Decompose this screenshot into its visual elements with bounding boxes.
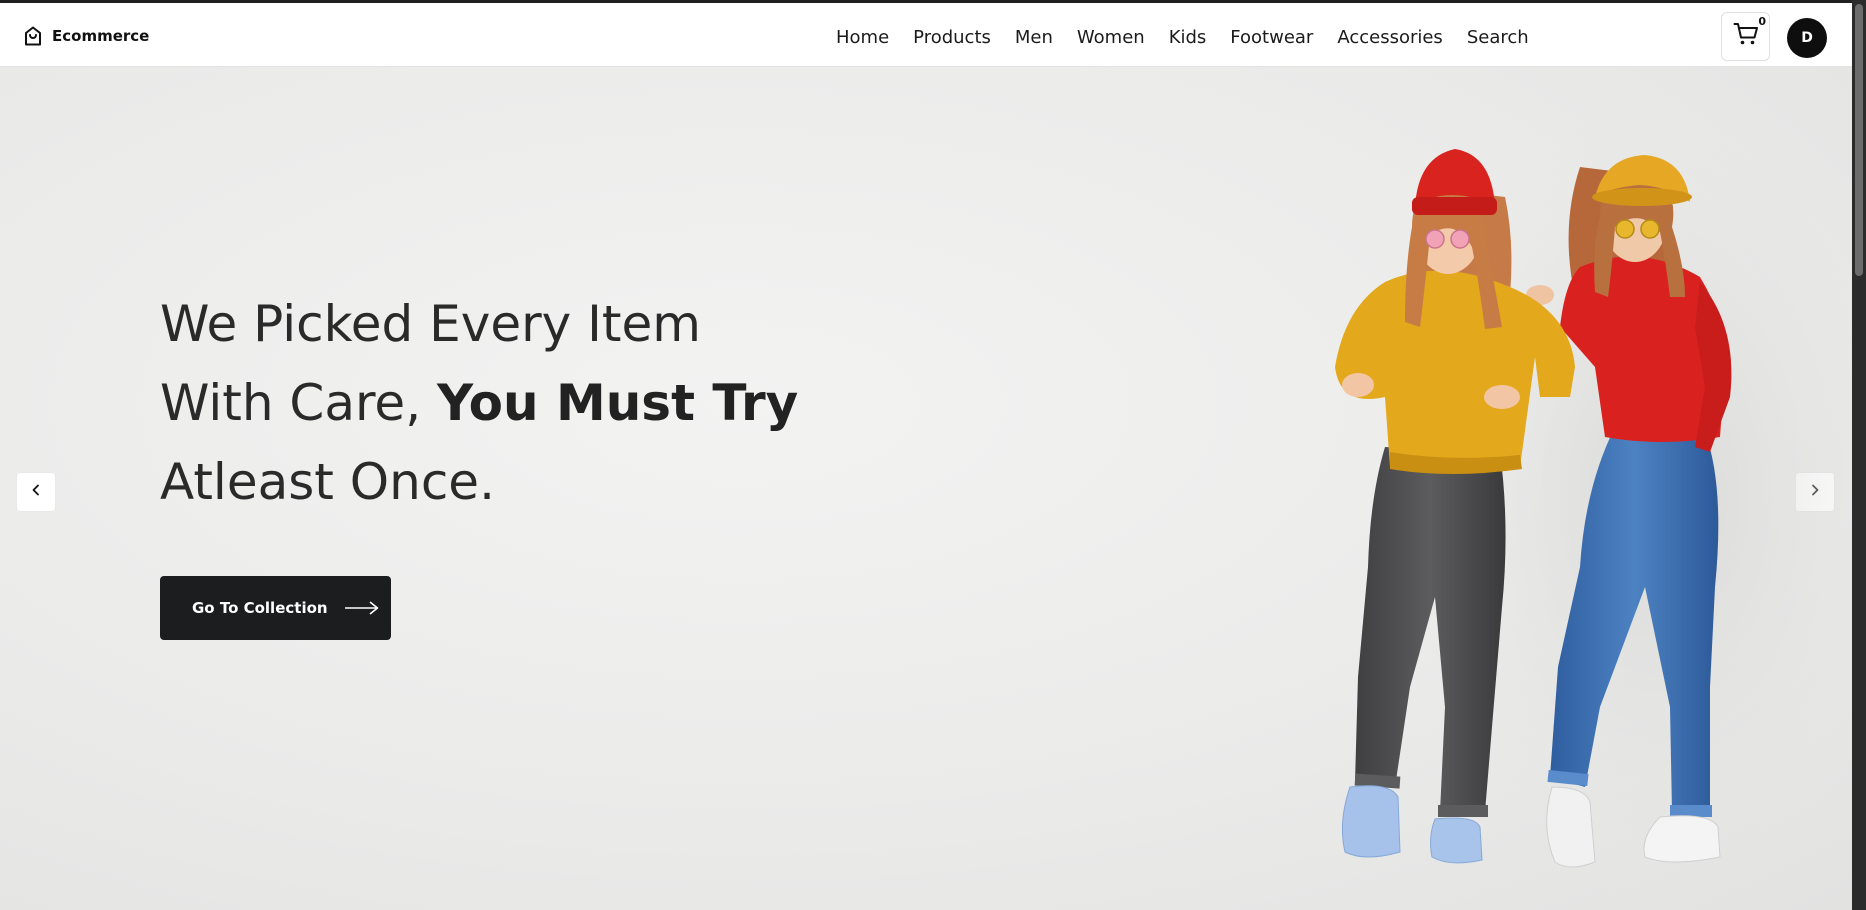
arrow-right-long-icon — [328, 600, 380, 616]
chevron-left-icon — [31, 483, 41, 501]
nav-home[interactable]: Home — [836, 27, 889, 48]
nav-search[interactable]: Search — [1467, 27, 1529, 48]
shopping-bag-icon — [22, 25, 44, 47]
slider-prev-button[interactable] — [17, 473, 55, 511]
cart-icon — [1733, 22, 1759, 51]
nav-products[interactable]: Products — [913, 27, 991, 48]
user-avatar-button[interactable]: D — [1787, 18, 1827, 58]
nav-accessories[interactable]: Accessories — [1337, 27, 1443, 48]
cart-button[interactable]: 0 — [1721, 12, 1770, 61]
nav-kids[interactable]: Kids — [1169, 27, 1207, 48]
headline-line-3: Atleast Once. — [160, 453, 495, 511]
brand-name: Ecommerce — [52, 27, 150, 45]
headline-emphasis: You Must Try — [436, 374, 799, 432]
brand-logo-link[interactable]: Ecommerce — [22, 23, 149, 49]
page-scrollbar[interactable] — [1852, 0, 1866, 910]
main-navigation: Home Products Men Women Kids Footwear Ac… — [836, 23, 1529, 51]
go-to-collection-button[interactable]: Go To Collection — [160, 576, 391, 640]
page: Ecommerce Home Products Men Women Kids F… — [0, 0, 1852, 910]
nav-men[interactable]: Men — [1015, 27, 1053, 48]
cart-count-badge: 0 — [1758, 15, 1766, 28]
nav-women[interactable]: Women — [1077, 27, 1145, 48]
nav-footwear[interactable]: Footwear — [1230, 27, 1313, 48]
cta-label: Go To Collection — [192, 599, 328, 617]
headline-line-1: We Picked Every Item — [160, 295, 701, 353]
scrollbar-thumb[interactable] — [1855, 4, 1863, 276]
headline-line-2: With Care, — [160, 374, 437, 432]
hero-headline: We Picked Every Item With Care, You Must… — [160, 285, 798, 522]
top-navbar: Ecommerce Home Products Men Women Kids F… — [0, 0, 1852, 67]
hero-models-image — [1335, 77, 1852, 910]
hero-banner: We Picked Every Item With Care, You Must… — [0, 67, 1852, 910]
